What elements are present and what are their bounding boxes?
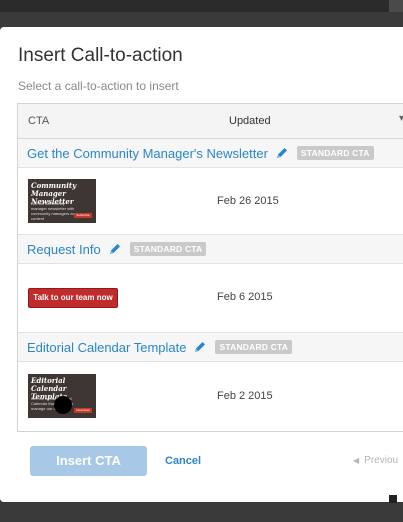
thumbnail-button: Download bbox=[74, 408, 92, 413]
cta-table: CTA Updated ▾ Get the Community Manager'… bbox=[17, 103, 403, 432]
column-header-updated[interactable]: Updated bbox=[229, 115, 271, 127]
cta-row[interactable]: Community Manager Newsletter Get the com… bbox=[18, 168, 403, 235]
cta-row[interactable]: Talk to our team now Feb 6 2015 bbox=[18, 264, 403, 333]
standard-cta-badge: STANDARD CTA bbox=[215, 340, 293, 354]
insert-cta-modal: Insert Call-to-action Select a call-to-a… bbox=[0, 27, 403, 502]
column-header-cta[interactable]: CTA bbox=[28, 115, 49, 127]
cta-preview-button[interactable]: Talk to our team now bbox=[28, 288, 118, 308]
updated-date: Feb 6 2015 bbox=[217, 291, 273, 303]
cta-row-title: Request Info STANDARD CTA bbox=[18, 235, 403, 264]
updated-date: Feb 26 2015 bbox=[217, 195, 279, 207]
thumbnail-text: Get the community manager newsletter wit… bbox=[31, 201, 78, 221]
modal-footer: Insert CTA Cancel ◀ Previou bbox=[0, 439, 403, 502]
cta-row-title: Editorial Calendar Template STANDARD CTA bbox=[18, 333, 403, 362]
pencil-icon[interactable] bbox=[108, 242, 122, 256]
thumbnail-button: Subscribe bbox=[74, 213, 92, 218]
sort-caret-icon[interactable]: ▾ bbox=[399, 113, 403, 124]
standard-cta-badge: STANDARD CTA bbox=[129, 242, 207, 256]
standard-cta-badge: STANDARD CTA bbox=[296, 146, 374, 160]
cta-name-link[interactable]: Editorial Calendar Template bbox=[27, 340, 186, 355]
table-header: CTA Updated ▾ bbox=[18, 104, 403, 139]
cta-preview-thumbnail[interactable]: Editorial Calendar Template Get the actu… bbox=[28, 374, 96, 418]
cta-name-link[interactable]: Get the Community Manager's Newsletter bbox=[27, 146, 268, 161]
cta-preview-thumbnail[interactable]: Community Manager Newsletter Get the com… bbox=[28, 179, 96, 223]
background-corner bbox=[389, 495, 397, 503]
previous-label: Previou bbox=[364, 455, 399, 466]
background-topbar bbox=[0, 0, 403, 12]
modal-title: Insert Call-to-action bbox=[18, 45, 183, 66]
insert-cta-button[interactable]: Insert CTA bbox=[30, 446, 147, 476]
cancel-button[interactable]: Cancel bbox=[165, 455, 201, 467]
cta-row-title: Get the Community Manager's Newsletter S… bbox=[18, 139, 403, 168]
previous-arrow-icon: ◀ bbox=[353, 456, 360, 465]
pencil-icon[interactable] bbox=[275, 146, 289, 160]
previous-page-button[interactable]: ◀ Previou bbox=[353, 455, 398, 466]
modal-subtitle: Select a call-to-action to insert bbox=[18, 79, 179, 93]
background-edge bbox=[389, 0, 403, 12]
pencil-icon[interactable] bbox=[193, 340, 207, 354]
updated-date: Feb 2 2015 bbox=[217, 390, 273, 402]
cta-row[interactable]: Editorial Calendar Template Get the actu… bbox=[18, 362, 403, 431]
thumbnail-image-dot bbox=[54, 396, 72, 414]
cta-name-link[interactable]: Request Info bbox=[27, 242, 101, 257]
